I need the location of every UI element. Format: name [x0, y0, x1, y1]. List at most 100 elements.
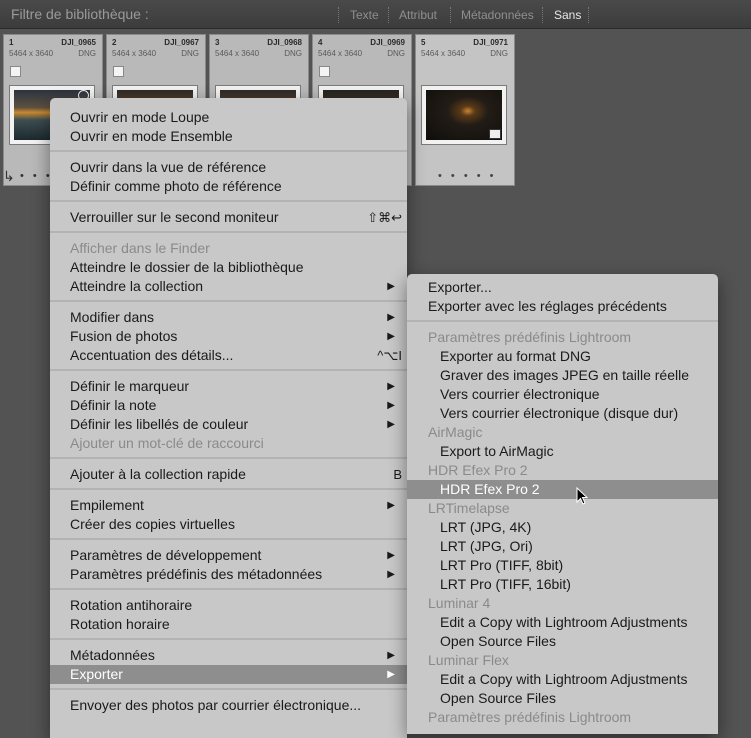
filter-title: Filtre de bibliothèque :	[11, 6, 149, 22]
stack-arrow-icon[interactable]: ↳	[3, 168, 15, 185]
filter-tab-none[interactable]: Sans	[554, 8, 581, 22]
menu-separator	[50, 200, 407, 202]
submenu-item-export-dng[interactable]: Exporter au format DNG	[407, 347, 718, 366]
cell-format: DNG	[387, 49, 405, 58]
submenu-arrow-icon: ▶	[387, 381, 395, 392]
submenu-header-hdr-efex: HDR Efex Pro 2	[428, 462, 528, 478]
menu-item-rotate-left[interactable]: Rotation antihoraire	[50, 596, 407, 615]
submenu-item-email[interactable]: Vers courrier électronique	[407, 385, 718, 404]
cell-format: DNG	[78, 49, 96, 58]
menu-item-export[interactable]: Exporter ▶	[50, 665, 407, 684]
menu-item-set-color-label[interactable]: Définir les libellés de couleur ▶	[50, 415, 407, 434]
submenu-item-hdr-efex[interactable]: HDR Efex Pro 2	[407, 480, 718, 499]
export-submenu: Exporter... Exporter avec les réglages p…	[407, 274, 718, 734]
shortcut-label: ⇧⌘↩	[367, 210, 402, 225]
menu-item-create-virtual-copies[interactable]: Créer des copies virtuelles	[50, 515, 407, 534]
menu-separator	[50, 457, 407, 459]
menu-item-metadata[interactable]: Métadonnées ▶	[50, 646, 407, 665]
submenu-item-lrt-jpg-4k[interactable]: LRT (JPG, 4K)	[407, 518, 718, 537]
submenu-item-email-disk[interactable]: Vers courrier électronique (disque dur)	[407, 404, 718, 423]
cell-dimensions: 5464 x 3640	[318, 49, 363, 58]
menu-item-go-to-folder[interactable]: Atteindre le dossier de la bibliothèque	[50, 258, 407, 277]
menu-item-set-reference-photo[interactable]: Définir comme photo de référence	[50, 177, 407, 196]
menu-item-develop-settings[interactable]: Paramètres de développement ▶	[50, 546, 407, 565]
filter-separator	[588, 7, 589, 23]
submenu-item-lrt-pro-16bit[interactable]: LRT Pro (TIFF, 16bit)	[407, 575, 718, 594]
menu-item-add-quick-collection[interactable]: Ajouter à la collection rapide B	[50, 465, 407, 484]
selection-checkbox[interactable]	[319, 66, 330, 77]
shortcut-label: B	[393, 467, 402, 482]
menu-item-lock-second-monitor[interactable]: Verrouiller sur le second moniteur ⇧⌘↩	[50, 208, 407, 227]
submenu-header-luminar-flex: Luminar Flex	[428, 652, 509, 668]
cell-index: 3	[215, 38, 220, 47]
library-filter-bar: Filtre de bibliothèque : Texte Attribut …	[0, 0, 751, 29]
menu-separator	[407, 320, 718, 322]
selection-checkbox[interactable]	[113, 66, 124, 77]
cell-format: DNG	[284, 49, 302, 58]
filter-tab-attribute[interactable]: Attribut	[399, 8, 437, 22]
cell-index: 2	[112, 38, 117, 47]
cell-filename: DJI_0965	[61, 38, 96, 47]
submenu-item-export[interactable]: Exporter...	[407, 278, 718, 297]
cell-dimensions: 5464 x 3640	[421, 49, 466, 58]
menu-item-set-rating[interactable]: Définir la note ▶	[50, 396, 407, 415]
submenu-item-luminarflex-open-source[interactable]: Open Source Files	[407, 689, 718, 708]
submenu-item-export-previous[interactable]: Exporter avec les réglages précédents	[407, 297, 718, 316]
menu-item-go-to-collection[interactable]: Atteindre la collection ▶	[50, 277, 407, 296]
submenu-header-lightroom-presets-2: Paramètres prédéfinis Lightroom	[428, 709, 632, 725]
cell-dimensions: 5464 x 3640	[9, 49, 54, 58]
filter-separator	[542, 7, 543, 23]
submenu-item-export-airmagic[interactable]: Export to AirMagic	[407, 442, 718, 461]
menu-item-open-survey[interactable]: Ouvrir en mode Ensemble	[50, 127, 407, 146]
submenu-item-burn-jpeg[interactable]: Graver des images JPEG en taille réelle	[407, 366, 718, 385]
submenu-header-lrtimelapse: LRTimelapse	[428, 500, 510, 516]
submenu-item-luminarflex-edit-copy[interactable]: Edit a Copy with Lightroom Adjustments	[407, 670, 718, 689]
submenu-arrow-icon: ▶	[387, 569, 395, 580]
cell-filename: DJI_0968	[267, 38, 302, 47]
submenu-header-luminar-4: Luminar 4	[428, 595, 491, 611]
selection-checkbox[interactable]	[10, 66, 21, 77]
filter-separator	[338, 7, 339, 23]
submenu-arrow-icon: ▶	[387, 650, 395, 661]
context-menu: Ouvrir en mode Loupe Ouvrir en mode Ense…	[50, 98, 407, 738]
thumbnail-frame[interactable]	[421, 85, 507, 145]
cell-format: DNG	[181, 49, 199, 58]
menu-item-enhance-details[interactable]: Accentuation des détails... ^⌥I	[50, 346, 407, 365]
menu-separator	[50, 688, 407, 690]
menu-item-metadata-presets[interactable]: Paramètres prédéfinis des métadonnées ▶	[50, 565, 407, 584]
submenu-item-luminar4-open-source[interactable]: Open Source Files	[407, 632, 718, 651]
filter-tab-text[interactable]: Texte	[350, 8, 379, 22]
menu-separator	[50, 588, 407, 590]
menu-item-open-loupe[interactable]: Ouvrir en mode Loupe	[50, 108, 407, 127]
menu-item-rotate-right[interactable]: Rotation horaire	[50, 615, 407, 634]
filter-tab-metadata[interactable]: Métadonnées	[461, 8, 534, 22]
menu-item-email-photos[interactable]: Envoyer des photos par courrier électron…	[50, 696, 407, 715]
menu-item-edit-in[interactable]: Modifier dans ▶	[50, 308, 407, 327]
submenu-item-luminar4-edit-copy[interactable]: Edit a Copy with Lightroom Adjustments	[407, 613, 718, 632]
menu-item-set-flag[interactable]: Définir le marqueur ▶	[50, 377, 407, 396]
menu-item-show-in-finder: Afficher dans le Finder	[70, 240, 210, 256]
cell-filename: DJI_0969	[370, 38, 405, 47]
submenu-item-lrt-pro-8bit[interactable]: LRT Pro (TIFF, 8bit)	[407, 556, 718, 575]
rating-dots[interactable]: • • • • •	[438, 170, 496, 182]
menu-separator	[50, 488, 407, 490]
grid-cell[interactable]: 5 DJI_0971 5464 x 3640 DNG • • • • •	[415, 34, 515, 186]
shortcut-label: ^⌥I	[377, 348, 402, 363]
mouse-cursor-icon	[576, 487, 588, 505]
cell-index: 1	[9, 38, 14, 47]
comment-badge-icon	[489, 129, 501, 139]
submenu-arrow-icon: ▶	[387, 500, 395, 511]
submenu-arrow-icon: ▶	[387, 331, 395, 342]
menu-separator	[50, 150, 407, 152]
menu-item-open-reference-view[interactable]: Ouvrir dans la vue de référence	[50, 158, 407, 177]
cell-dimensions: 5464 x 3640	[112, 49, 157, 58]
menu-item-stacking[interactable]: Empilement ▶	[50, 496, 407, 515]
menu-separator	[50, 538, 407, 540]
menu-item-photo-merge[interactable]: Fusion de photos ▶	[50, 327, 407, 346]
submenu-item-lrt-jpg-ori[interactable]: LRT (JPG, Ori)	[407, 537, 718, 556]
cell-dimensions: 5464 x 3640	[215, 49, 260, 58]
filter-separator	[388, 7, 389, 23]
cell-index: 4	[318, 38, 323, 47]
submenu-arrow-icon: ▶	[387, 312, 395, 323]
cell-filename: DJI_0971	[473, 38, 508, 47]
